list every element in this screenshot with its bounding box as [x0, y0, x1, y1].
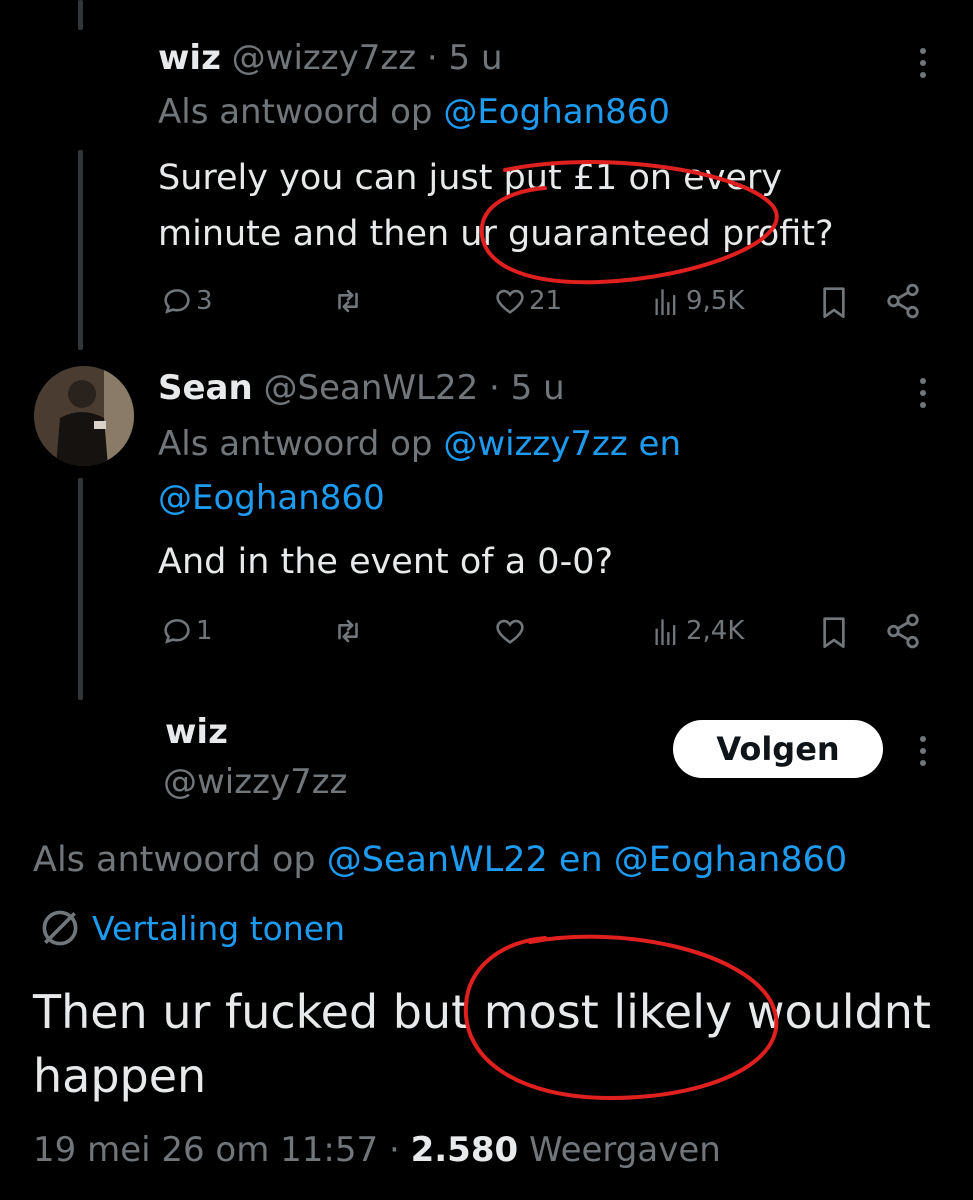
annotation-circle-1	[479, 160, 779, 285]
annotation-circle	[463, 160, 779, 1101]
annotation-circle-2	[463, 934, 779, 1101]
